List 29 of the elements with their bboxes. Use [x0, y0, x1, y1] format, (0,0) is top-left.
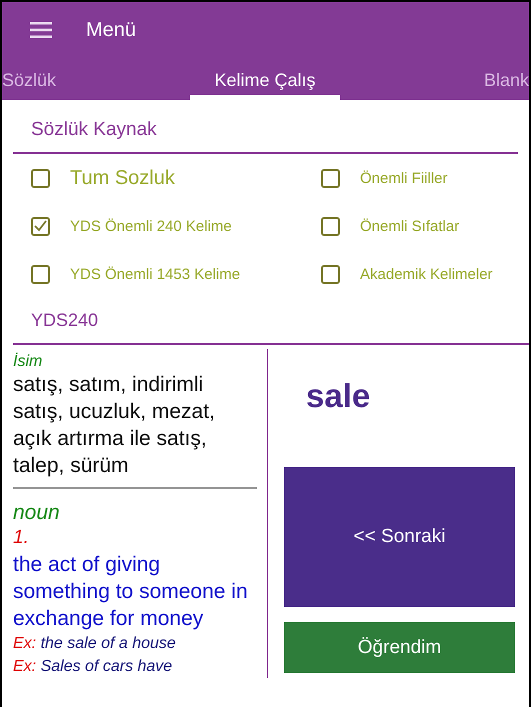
tab[interactable]: Sözlük: [2, 58, 190, 100]
example-sentence: Ex: Sales of cars have: [13, 657, 174, 677]
option-label: Önemli Fiiller: [360, 170, 448, 186]
option-label: Tum Sozluk: [70, 166, 175, 190]
checkbox[interactable]: [321, 168, 340, 188]
app-title: Menü: [86, 18, 136, 42]
menu-icon[interactable]: [30, 22, 52, 38]
option-label: YDS Önemli 240 Kelime: [70, 218, 232, 234]
section-heading: Sözlük Kaynak: [13, 100, 518, 154]
sense-number: 1.: [13, 527, 30, 549]
checkbox[interactable]: [31, 168, 50, 188]
current-source: YDS240: [13, 298, 529, 345]
tab[interactable]: Kelime Çalış: [190, 58, 340, 100]
part-of-speech: noun: [13, 501, 61, 525]
checkbox[interactable]: [31, 264, 50, 284]
option-label: YDS Önemli 1453 Kelime: [70, 266, 240, 282]
example-sentence: Ex: the sale of a house: [13, 634, 177, 654]
checkbox[interactable]: [321, 264, 340, 284]
option-label: Akademik Kelimeler: [360, 266, 493, 282]
part-of-speech: İsim: [13, 353, 44, 371]
turkish-meaning: satış, satım, indirimli satış, ucuzluk, mezat, açık artırma ile satış, talep, sürüm: [13, 371, 257, 489]
learned-button[interactable]: Öğrendim: [284, 622, 515, 673]
definition: the act of giving something to someone in exchange for money: [13, 552, 249, 632]
tab[interactable]: Blank: [484, 58, 529, 100]
next-button[interactable]: << Sonraki: [284, 467, 515, 607]
checkbox[interactable]: [31, 216, 50, 236]
checkbox[interactable]: [321, 216, 340, 236]
word-title: sale: [305, 376, 372, 416]
option-label: Önemli Sıfatlar: [360, 218, 460, 234]
